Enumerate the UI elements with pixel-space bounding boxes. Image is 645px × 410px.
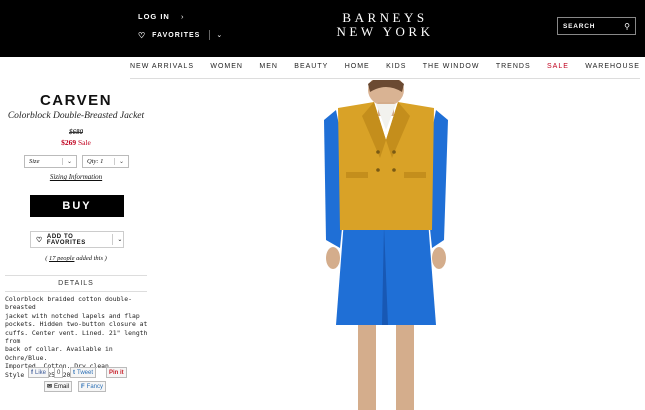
like-label: Like [35, 369, 47, 376]
favorites-label: FAVORITES [152, 31, 201, 39]
sizing-information-link[interactable]: Sizing Information [0, 173, 152, 181]
sale-price: $269 Sale [0, 138, 152, 147]
like-count: 0 [54, 367, 64, 378]
logo-line-1: BARNEYS [342, 10, 428, 25]
left-pocket-flap [346, 172, 368, 178]
product-brand[interactable]: CARVEN [0, 92, 152, 109]
nav-item-kids[interactable]: KIDS [386, 63, 406, 79]
jacket-button [376, 150, 380, 154]
description-line: cuffs. Center vent. Lined. 21" length fr… [5, 328, 148, 346]
right-leg [396, 325, 414, 410]
nav-item-new-arrivals[interactable]: NEW ARRIVALS [130, 63, 194, 79]
favorites-menu[interactable]: ♡ FAVORITES ⌄ [138, 30, 223, 40]
divider [5, 291, 147, 292]
description-line: Colorblock braided cotton double-breaste… [5, 295, 132, 312]
description-line: pockets. Hidden two-button closure at [5, 320, 148, 329]
right-pocket-flap [404, 172, 426, 178]
search-input[interactable] [563, 22, 618, 30]
logo-line-2: NEW YORK [336, 24, 434, 39]
sale-price-amount: $269 [61, 138, 77, 147]
twitter-icon: t [73, 369, 75, 376]
search-icon[interactable]: ⚲ [624, 22, 630, 31]
facebook-like-button[interactable]: f Like [28, 367, 50, 378]
top-header-bar: LOG IN › ♡ FAVORITES ⌄ BARNEYS NEW YORK … [0, 0, 645, 57]
chevron-down-icon[interactable]: ⌄ [216, 31, 223, 39]
email-icon: ✉ [47, 384, 53, 390]
search-box[interactable]: ⚲ [557, 17, 636, 35]
facebook-icon: f [31, 369, 33, 376]
add-to-favorites-label: ADD TO FAVORITES [46, 233, 86, 246]
fancy-label: Fancy [86, 383, 104, 390]
chevron-down-icon: ⌄ [113, 158, 124, 165]
description-line: jacket with notched lapels and flap [5, 311, 140, 320]
sale-price-label: Sale [77, 138, 91, 147]
nav-item-home[interactable]: HOME [345, 63, 370, 79]
original-price: $680 [69, 128, 83, 136]
left-hand [326, 247, 340, 269]
fancy-button[interactable]: F Fancy [78, 381, 107, 392]
added-suffix: added this ) [74, 255, 107, 262]
barneys-logo[interactable]: BARNEYS NEW YORK [330, 11, 440, 39]
chevron-right-icon: › [180, 12, 185, 21]
add-to-favorites-button[interactable]: ♡ ADD TO FAVORITES ⌄ [30, 231, 124, 248]
email-label: Email [54, 383, 70, 390]
product-name: Colorblock Double-Breasted Jacket [7, 111, 145, 121]
chevron-down-icon: ⌄ [61, 158, 72, 165]
product-image[interactable] [296, 74, 476, 410]
divider [5, 275, 147, 276]
email-button[interactable]: ✉ Email [44, 381, 73, 392]
main-nav: NEW ARRIVALS WOMEN MEN BEAUTY HOME KIDS … [130, 63, 640, 79]
left-leg [358, 325, 376, 410]
login-label: LOG IN [138, 12, 170, 21]
nav-divider [130, 78, 640, 79]
right-hand [432, 247, 446, 269]
size-select-value: Size [29, 158, 40, 165]
quantity-select[interactable]: Qty: 1 ⌄ [82, 155, 129, 168]
chevron-down-icon[interactable]: ⌄ [117, 236, 123, 243]
tweet-button[interactable]: t Tweet [70, 367, 97, 378]
nav-item-women[interactable]: WOMEN [210, 63, 243, 79]
buy-button[interactable]: BUY [30, 195, 124, 217]
nav-item-the-window[interactable]: THE WINDOW [423, 63, 480, 79]
tweet-label: Tweet [77, 369, 94, 376]
people-count-link[interactable]: 17 people [49, 255, 74, 262]
quantity-select-value: Qty: 1 [87, 158, 104, 165]
jacket-button [392, 150, 396, 154]
heart-icon: ♡ [36, 236, 43, 244]
description-line: back of collar. Available in Ochre/Blue. [5, 345, 113, 362]
nav-item-beauty[interactable]: BEAUTY [294, 63, 328, 79]
size-select[interactable]: Size ⌄ [24, 155, 77, 168]
nav-item-warehouse[interactable]: WAREHOUSE [585, 63, 640, 79]
fancy-icon: F [81, 383, 85, 390]
details-heading: DETAILS [58, 280, 94, 287]
nav-item-trends[interactable]: TRENDS [496, 63, 531, 79]
jacket-button [376, 168, 380, 172]
login-link[interactable]: LOG IN › [138, 12, 184, 21]
heart-icon: ♡ [138, 30, 147, 40]
nav-item-sale[interactable]: SALE [547, 63, 569, 79]
nav-item-men[interactable]: MEN [259, 63, 278, 79]
jacket-button [392, 168, 396, 172]
divider [112, 234, 114, 245]
pinterest-button[interactable]: Pin it [106, 367, 127, 378]
favorites-count-text: ( 17 people added this ) [0, 255, 152, 262]
model-illustration [324, 74, 448, 410]
divider [209, 30, 211, 40]
